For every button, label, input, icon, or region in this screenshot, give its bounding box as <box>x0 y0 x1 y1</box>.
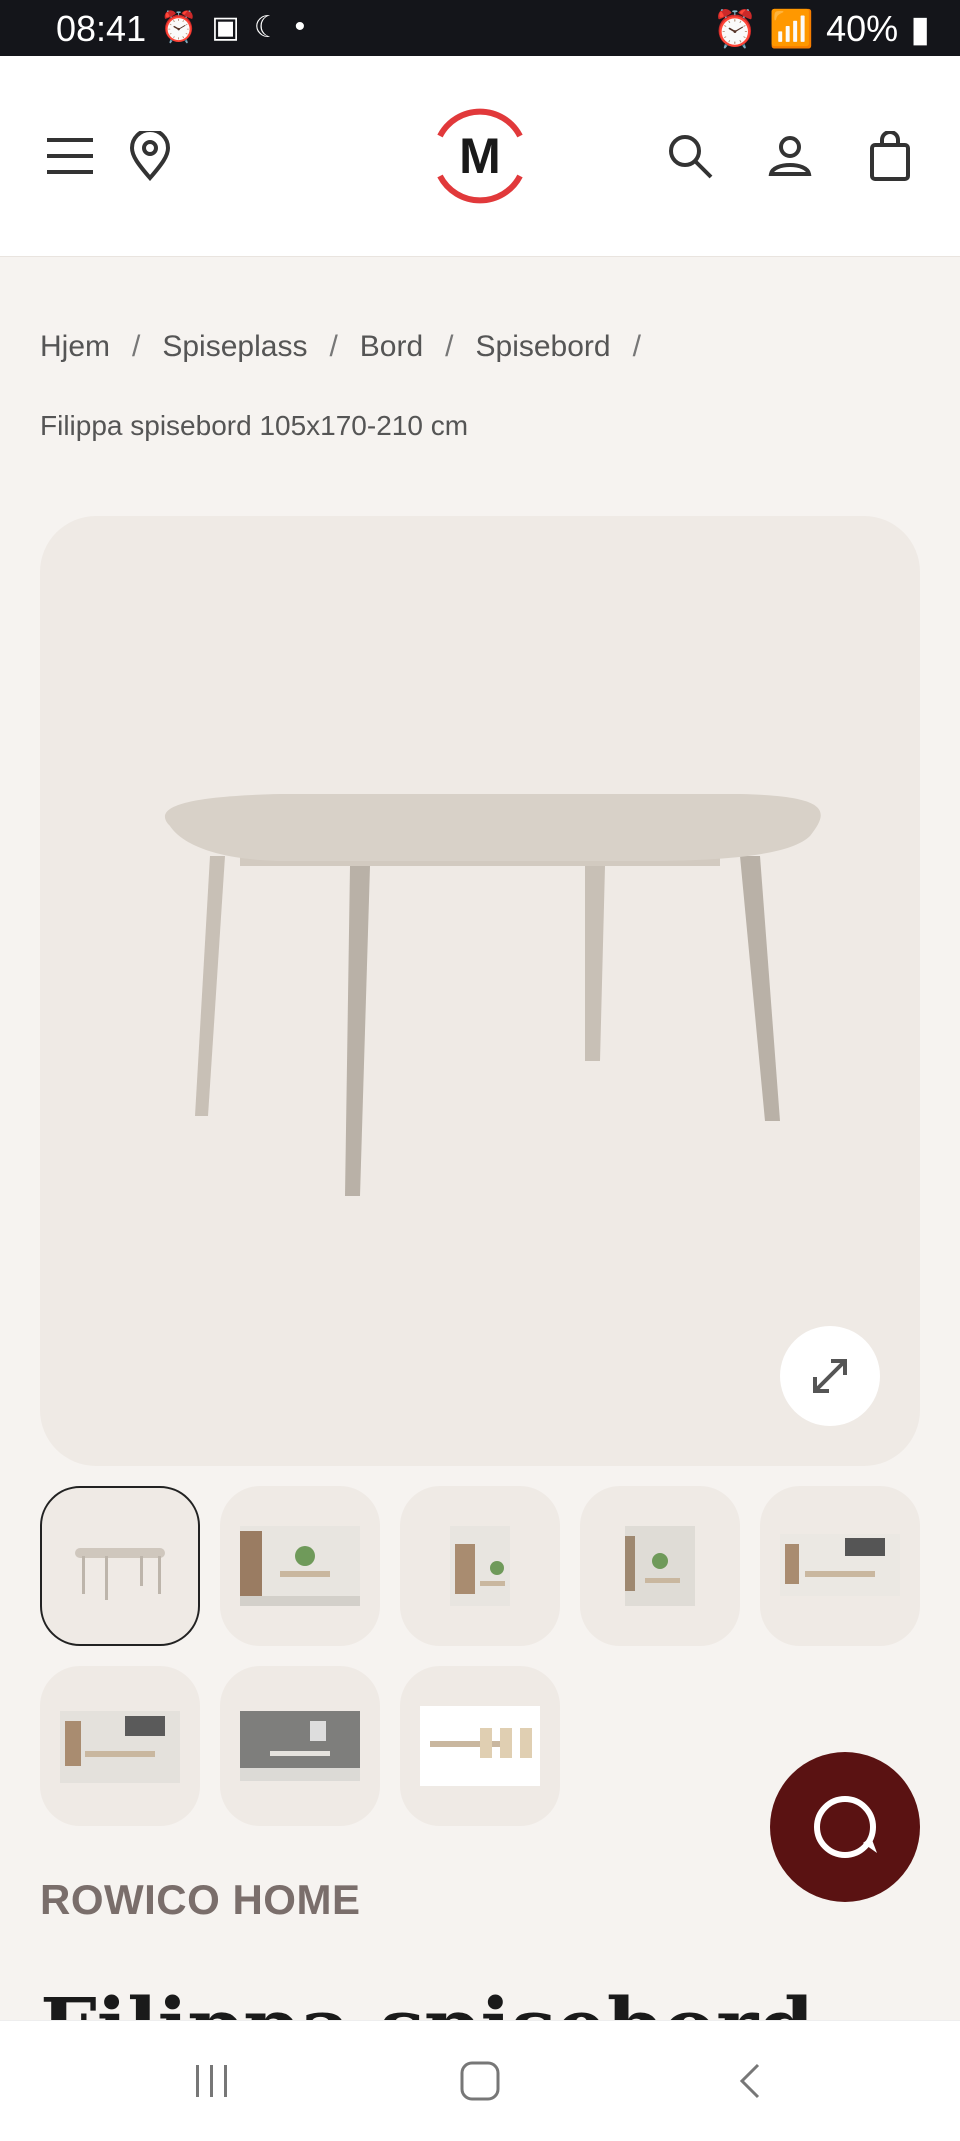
battery-icon: ▮ <box>910 8 930 49</box>
moon-icon: ☾ <box>253 11 281 44</box>
home-icon[interactable] <box>450 2051 510 2111</box>
breadcrumb: Hjem / Spiseplass / Bord / Spisebord / <box>40 330 641 364</box>
thumbnail-room-image <box>780 1534 900 1596</box>
breadcrumb-link-hjem[interactable]: Hjem <box>40 330 110 364</box>
breadcrumb-current: Filippa spisebord 105x170-210 cm <box>40 410 469 441</box>
expand-button[interactable] <box>780 1326 880 1426</box>
location-icon[interactable] <box>120 126 180 186</box>
product-title: Filippa spisebord <box>40 1980 814 2020</box>
thumbnail-3[interactable] <box>400 1486 560 1646</box>
dot-icon: • <box>294 10 306 43</box>
breadcrumb-separator: / <box>329 330 338 363</box>
alarm-icon: ⏰ <box>712 8 758 49</box>
product-main-image[interactable] <box>40 516 920 1466</box>
thumbnail-room-image <box>240 1711 360 1781</box>
system-nav-bar <box>0 2020 960 2141</box>
chat-icon <box>814 1796 877 1858</box>
thumbnail-table-image <box>75 1548 165 1600</box>
status-bar: 08:41 ⏰ ▣ ☾ • ⏰ 📶 40% ▮ <box>0 0 960 56</box>
table-illustration <box>164 794 821 1196</box>
gallery-icon: ▣ <box>211 11 240 44</box>
thumbnail-1[interactable] <box>40 1486 200 1646</box>
breadcrumb-link-spiseplass[interactable]: Spiseplass <box>162 330 307 364</box>
thumbnail-room-image <box>60 1711 180 1783</box>
breadcrumb-link-spisebord[interactable]: Spisebord <box>476 330 611 364</box>
thumbnail-4[interactable] <box>580 1486 740 1646</box>
status-time: 08:41 <box>56 8 147 49</box>
status-left-icons: ⏰ ▣ ☾ • <box>160 10 305 45</box>
battery-percent: 40% <box>826 8 899 49</box>
thumbnail-5[interactable] <box>760 1486 920 1646</box>
status-right: ⏰ 📶 40% ▮ <box>712 8 930 50</box>
chat-button[interactable] <box>770 1752 920 1902</box>
menu-icon[interactable] <box>40 126 100 186</box>
wifi-icon: 📶 <box>769 8 815 49</box>
thumbnail-room-image <box>450 1526 510 1606</box>
breadcrumb-separator: / <box>132 330 141 363</box>
breadcrumb-separator: / <box>632 330 641 363</box>
thumbnail-product-image <box>420 1706 540 1786</box>
product-brand[interactable]: ROWICO HOME <box>40 1876 360 1924</box>
thumbnail-8[interactable] <box>400 1666 560 1826</box>
breadcrumb-separator: / <box>445 330 454 363</box>
logo[interactable]: M <box>420 96 540 216</box>
account-icon[interactable] <box>760 126 820 186</box>
site-header: M <box>0 56 960 257</box>
thumbnail-2[interactable] <box>220 1486 380 1646</box>
search-icon[interactable] <box>660 126 720 186</box>
thumbnail-room-image <box>240 1526 360 1606</box>
cart-icon[interactable] <box>860 126 920 186</box>
recent-apps-icon[interactable] <box>182 2051 242 2111</box>
breadcrumb-link-bord[interactable]: Bord <box>360 330 423 364</box>
alarm-icon: ⏰ <box>160 11 198 44</box>
thumbnail-6[interactable] <box>40 1666 200 1826</box>
thumbnail-room-image <box>625 1526 695 1606</box>
logo-letter: M <box>459 128 501 184</box>
expand-icon <box>813 1359 847 1393</box>
back-icon[interactable] <box>720 2051 780 2111</box>
thumbnail-7[interactable] <box>220 1666 380 1826</box>
